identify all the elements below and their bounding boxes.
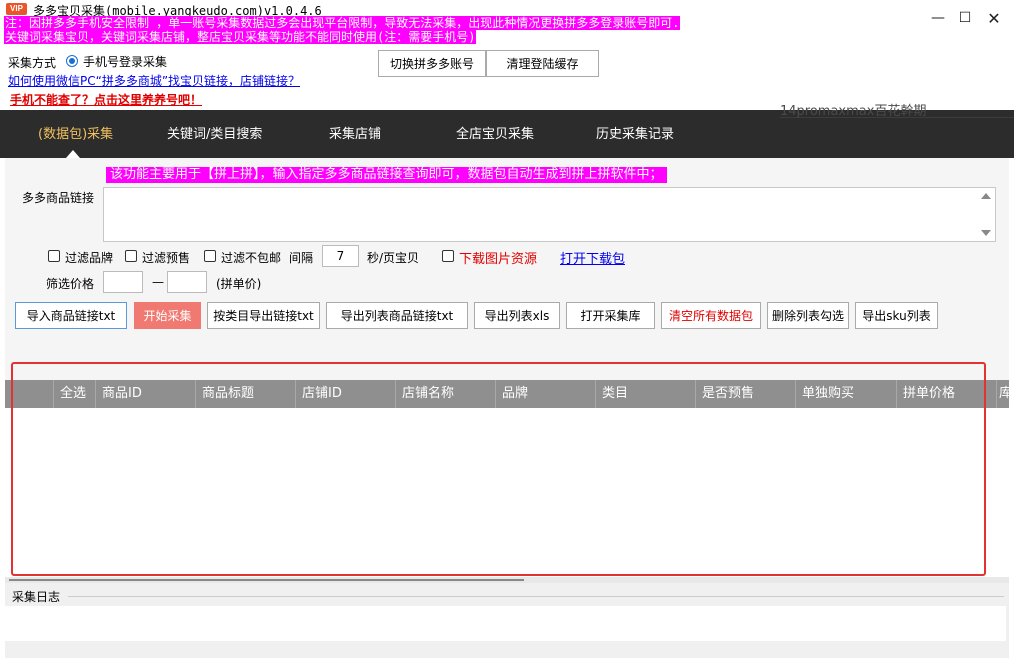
col-product-id[interactable]: 商品ID <box>95 380 195 408</box>
title-bar: VIP 多多宝贝采集(mobile.yangkeudo.com)v1.0.4.6… <box>0 0 1014 44</box>
export-by-category-button[interactable]: 按类目导出链接txt <box>207 302 320 329</box>
main-tabs: 14promaxmax百花幹期 (数据包)采集 关键词/类目搜索 采集店铺 全店… <box>0 104 1014 158</box>
price-note: (拼单价) <box>216 277 262 291</box>
filter-no-shipping-checkbox[interactable] <box>204 250 216 262</box>
table-header: 全选 商品ID 商品标题 店铺ID 店铺名称 品牌 类目 是否预售 单独购买 拼… <box>5 380 1009 408</box>
mode-option-label[interactable]: 手机号登录采集 <box>83 53 167 70</box>
howto-link[interactable]: 如何使用微信PC“拼多多商城”找宝贝链接，店铺链接？ <box>8 72 300 89</box>
filter-presale-label: 过滤预售 <box>142 251 191 265</box>
notice-line-2: 关键词采集宝贝，关键词采集店铺，整店宝贝采集等功能不能同时使用(注：需要手机号) <box>4 30 477 44</box>
notice-line-1: 注：因拼多多手机安全限制 ，单一账号采集数据过多会出现平台限制，导致无法采集，出… <box>4 16 681 30</box>
tab-full-shop-collect[interactable]: 全店宝贝采集 <box>456 123 534 142</box>
scrollbar-thumb[interactable] <box>9 579 524 581</box>
interval-unit: 秒/页宝贝 <box>367 251 420 265</box>
vip-badge: VIP <box>6 3 27 15</box>
price-max-input[interactable] <box>167 271 207 293</box>
col-presale[interactable]: 是否预售 <box>695 380 795 408</box>
col-stock-partial[interactable]: 库 <box>996 380 1009 408</box>
filter-brand-label: 过滤品牌 <box>65 251 114 265</box>
log-label: 采集日志 <box>12 590 61 604</box>
product-link-textarea[interactable] <box>103 187 996 242</box>
filter-brand-checkbox[interactable] <box>48 250 60 262</box>
delete-checked-button[interactable]: 删除列表勾选 <box>767 302 849 329</box>
switch-account-button[interactable]: 切换拼多多账号 <box>378 50 486 77</box>
close-icon[interactable]: ✕ <box>984 8 1004 28</box>
download-images-label: 下载图片资源 <box>459 252 538 267</box>
col-single-price[interactable]: 单独购买 <box>795 380 896 408</box>
clear-cache-button[interactable]: 清理登陆缓存 <box>486 50 599 77</box>
mode-label: 采集方式 <box>8 56 57 70</box>
export-sku-button[interactable]: 导出sku列表 <box>855 302 938 329</box>
interval-input[interactable]: 7 <box>322 245 359 267</box>
background-search-text: 14promaxmax百花幹期 <box>780 100 1014 119</box>
col-product-title[interactable]: 商品标题 <box>195 380 295 408</box>
tab-package-collect[interactable]: (数据包)采集 <box>38 123 113 142</box>
clear-all-button[interactable]: 清空所有数据包 <box>661 302 761 329</box>
minimize-icon[interactable]: — <box>928 8 948 28</box>
function-notice: 该功能主要用于【拼上拼】，输入指定多多商品链接查询即可，数据包自动生成到拼上拼软… <box>106 167 667 183</box>
col-shop-id[interactable]: 店铺ID <box>295 380 395 408</box>
open-library-button[interactable]: 打开采集库 <box>566 302 655 329</box>
phone-login-radio[interactable] <box>66 55 78 67</box>
col-shop-name[interactable]: 店铺名称 <box>395 380 495 408</box>
filter-presale-checkbox[interactable] <box>125 250 137 262</box>
link-label: 多多商品链接 <box>22 191 95 205</box>
scroll-down-icon[interactable] <box>981 230 991 236</box>
tab-collect-shops[interactable]: 采集店铺 <box>329 123 381 142</box>
tab-history[interactable]: 历史采集记录 <box>596 123 674 142</box>
price-label: 筛选价格 <box>46 277 95 291</box>
maximize-icon[interactable]: ☐ <box>955 8 975 28</box>
export-xls-button[interactable]: 导出列表xls <box>474 302 560 329</box>
open-download-link[interactable]: 打开下载包 <box>560 248 625 267</box>
tab-keyword-search[interactable]: 关键词/类目搜索 <box>167 123 262 142</box>
import-links-button[interactable]: 导入商品链接txt <box>15 302 127 329</box>
raise-account-link[interactable]: 手机不能查了？点击这里养养号吧！ <box>10 91 202 108</box>
col-group-price[interactable]: 拼单价格 <box>896 380 996 408</box>
scroll-up-icon[interactable] <box>981 193 991 199</box>
col-brand[interactable]: 品牌 <box>495 380 595 408</box>
col-category[interactable]: 类目 <box>595 380 695 408</box>
interval-label: 间隔 <box>289 251 314 265</box>
export-list-links-button[interactable]: 导出列表商品链接txt <box>326 302 468 329</box>
start-collect-button[interactable]: 开始采集 <box>134 302 201 329</box>
log-divider <box>68 596 1004 597</box>
results-table-body[interactable] <box>5 408 1009 578</box>
download-images-checkbox[interactable] <box>442 250 454 262</box>
active-tab-indicator <box>66 150 80 158</box>
price-dash: — <box>152 275 164 289</box>
filter-no-shipping-label: 过滤不包邮 <box>221 251 282 265</box>
select-all-header[interactable]: 全选 <box>53 380 95 408</box>
log-output[interactable] <box>5 606 1006 641</box>
price-min-input[interactable] <box>103 271 143 293</box>
row-selector-header <box>5 380 53 408</box>
